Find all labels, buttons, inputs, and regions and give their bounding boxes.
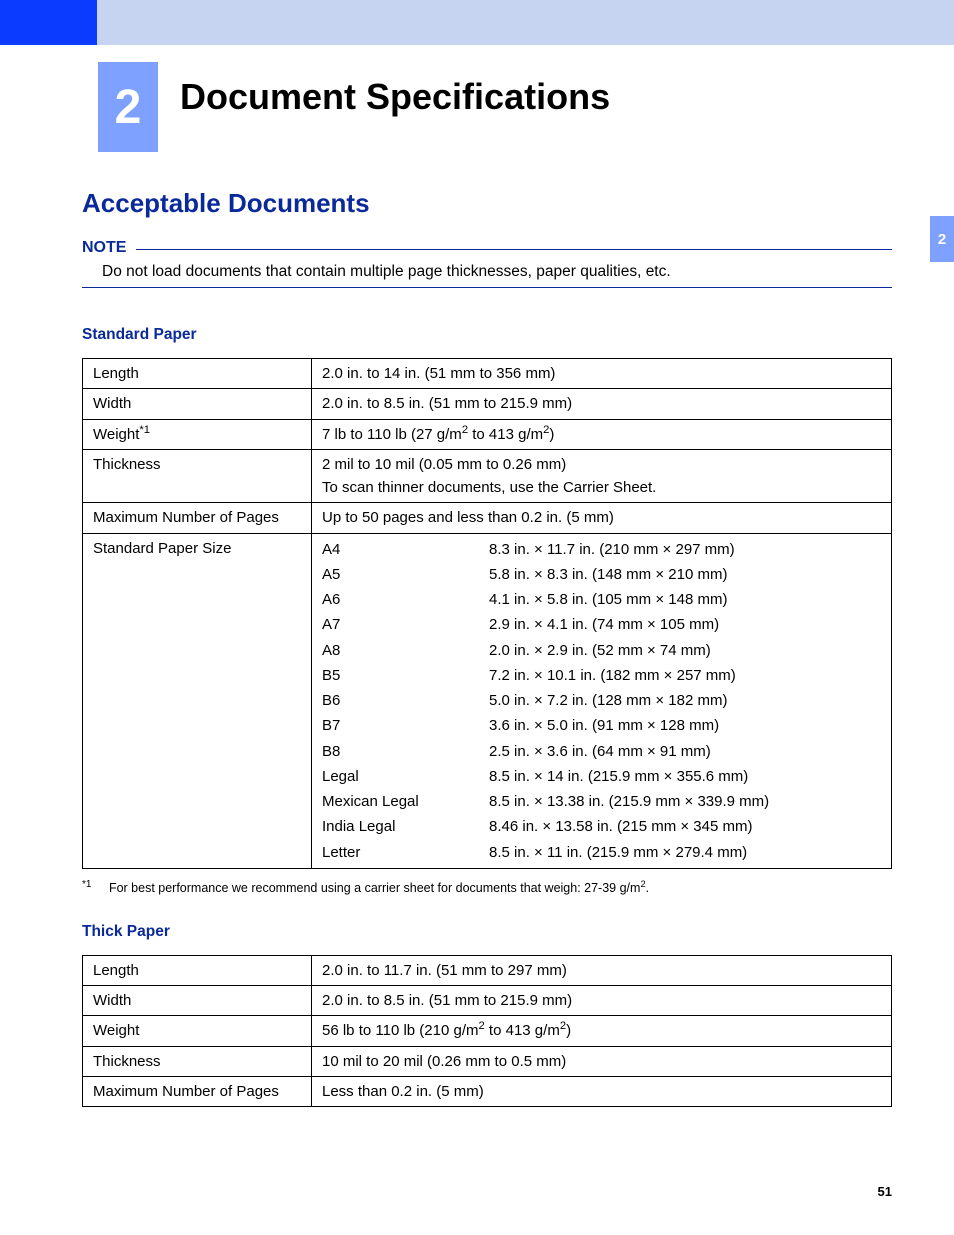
- weight-value-post: ): [549, 426, 554, 443]
- weight-value-pre: 7 lb to 110 lb (27 g/m: [322, 426, 462, 443]
- table-row: Length 2.0 in. to 11.7 in. (51 mm to 297…: [83, 955, 892, 985]
- size-dimension: 8.5 in. × 14 in. (215.9 mm × 355.6 mm): [489, 764, 881, 789]
- top-banner: [0, 0, 954, 45]
- top-banner-accent: [0, 0, 97, 45]
- thick-weight-pre: 56 lb to 110 lb (210 g/m: [322, 1022, 479, 1039]
- size-name: B6: [322, 688, 489, 713]
- chapter-title: Document Specifications: [180, 76, 610, 118]
- size-dims-column: 8.3 in. × 11.7 in. (210 mm × 297 mm)5.8 …: [489, 534, 891, 868]
- size-dimension: 2.5 in. × 3.6 in. (64 mm × 91 mm): [489, 739, 881, 764]
- document-page: 2 Document Specifications 2 Acceptable D…: [0, 0, 954, 1235]
- size-dimension: 8.46 in. × 13.58 in. (215 mm × 345 mm): [489, 814, 881, 839]
- cell-value: Up to 50 pages and less than 0.2 in. (5 …: [312, 503, 892, 533]
- standard-paper-table: Length 2.0 in. to 14 in. (51 mm to 356 m…: [82, 358, 892, 869]
- size-name: A7: [322, 612, 489, 637]
- size-dimension: 4.1 in. × 5.8 in. (105 mm × 148 mm): [489, 587, 881, 612]
- cell-value: 7 lb to 110 lb (27 g/m2 to 413 g/m2): [312, 419, 892, 449]
- standard-sizes-list: A4A5A6A7A8B5B6B7B8LegalMexican LegalIndi…: [312, 534, 891, 868]
- weight-value-mid: to 413 g/m: [468, 426, 543, 443]
- cell-label: Width: [83, 389, 312, 419]
- note-rule-bottom: [82, 287, 892, 288]
- footnote-ref: *1: [82, 879, 105, 890]
- footnote-text-pre: For best performance we recommend using …: [109, 881, 641, 895]
- page-number: 51: [878, 1184, 892, 1199]
- cell-value: 10 mil to 20 mil (0.26 mm to 0.5 mm): [312, 1046, 892, 1076]
- cell-label: Width: [83, 986, 312, 1016]
- cell-value: 2.0 in. to 11.7 in. (51 mm to 297 mm): [312, 955, 892, 985]
- cell-label: Thickness: [83, 449, 312, 503]
- cell-label: Weight: [83, 1016, 312, 1046]
- cell-value: A4A5A6A7A8B5B6B7B8LegalMexican LegalIndi…: [312, 533, 892, 868]
- size-name: A5: [322, 562, 489, 587]
- size-dimension: 7.2 in. × 10.1 in. (182 mm × 257 mm): [489, 663, 881, 688]
- size-name: B7: [322, 713, 489, 738]
- cell-label: Maximum Number of Pages: [83, 503, 312, 533]
- size-dimension: 8.3 in. × 11.7 in. (210 mm × 297 mm): [489, 537, 881, 562]
- thick-paper-heading: Thick Paper: [82, 923, 892, 941]
- size-name: India Legal: [322, 814, 489, 839]
- cell-value: 2.0 in. to 8.5 in. (51 mm to 215.9 mm): [312, 986, 892, 1016]
- standard-paper-footnote: *1 For best performance we recommend usi…: [82, 879, 892, 895]
- thickness-line1: 2 mil to 10 mil (0.05 mm to 0.26 mm): [322, 453, 881, 476]
- size-dimension: 2.9 in. × 4.1 in. (74 mm × 105 mm): [489, 612, 881, 637]
- note-rule-top: [136, 249, 892, 250]
- size-name: B8: [322, 739, 489, 764]
- weight-footnote-ref: *1: [139, 424, 150, 436]
- table-row: Weight*1 7 lb to 110 lb (27 g/m2 to 413 …: [83, 419, 892, 449]
- section-title: Acceptable Documents: [82, 188, 892, 219]
- table-row: Standard Paper Size A4A5A6A7A8B5B6B7B8Le…: [83, 533, 892, 868]
- cell-value: 2 mil to 10 mil (0.05 mm to 0.26 mm) To …: [312, 449, 892, 503]
- chapter-number-box: 2: [98, 62, 158, 152]
- cell-label: Weight*1: [83, 419, 312, 449]
- size-name: Letter: [322, 840, 489, 865]
- side-tab-label: 2: [938, 231, 946, 248]
- cell-value: 2.0 in. to 14 in. (51 mm to 356 mm): [312, 359, 892, 389]
- chapter-number: 2: [115, 80, 142, 135]
- cell-value: 2.0 in. to 8.5 in. (51 mm to 215.9 mm): [312, 389, 892, 419]
- size-dimension: 2.0 in. × 2.9 in. (52 mm × 74 mm): [489, 638, 881, 663]
- size-dimension: 3.6 in. × 5.0 in. (91 mm × 128 mm): [489, 713, 881, 738]
- cell-label: Length: [83, 955, 312, 985]
- weight-label-text: Weight: [93, 426, 139, 443]
- size-dimension: 8.5 in. × 11 in. (215.9 mm × 279.4 mm): [489, 840, 881, 865]
- cell-label: Standard Paper Size: [83, 533, 312, 868]
- side-tab: 2: [930, 216, 954, 262]
- cell-value: 56 lb to 110 lb (210 g/m2 to 413 g/m2): [312, 1016, 892, 1046]
- table-row: Weight 56 lb to 110 lb (210 g/m2 to 413 …: [83, 1016, 892, 1046]
- cell-value: Less than 0.2 in. (5 mm): [312, 1076, 892, 1106]
- footnote-text-post: .: [646, 881, 649, 895]
- note-text: Do not load documents that contain multi…: [82, 257, 892, 287]
- note-header: NOTE: [82, 239, 892, 257]
- size-name: Legal: [322, 764, 489, 789]
- thick-weight-post: ): [566, 1022, 571, 1039]
- cell-label: Length: [83, 359, 312, 389]
- size-name: B5: [322, 663, 489, 688]
- table-row: Width 2.0 in. to 8.5 in. (51 mm to 215.9…: [83, 389, 892, 419]
- table-row: Width 2.0 in. to 8.5 in. (51 mm to 215.9…: [83, 986, 892, 1016]
- cell-label: Maximum Number of Pages: [83, 1076, 312, 1106]
- content-area: Acceptable Documents NOTE Do not load do…: [82, 180, 892, 1107]
- note-label: NOTE: [82, 239, 136, 257]
- cell-label: Thickness: [83, 1046, 312, 1076]
- size-dimension: 5.0 in. × 7.2 in. (128 mm × 182 mm): [489, 688, 881, 713]
- size-dimension: 5.8 in. × 8.3 in. (148 mm × 210 mm): [489, 562, 881, 587]
- table-row: Thickness 2 mil to 10 mil (0.05 mm to 0.…: [83, 449, 892, 503]
- size-names-column: A4A5A6A7A8B5B6B7B8LegalMexican LegalIndi…: [312, 534, 489, 868]
- standard-paper-heading: Standard Paper: [82, 326, 892, 344]
- table-row: Maximum Number of Pages Less than 0.2 in…: [83, 1076, 892, 1106]
- size-dimension: 8.5 in. × 13.38 in. (215.9 mm × 339.9 mm…: [489, 789, 881, 814]
- note-block: NOTE Do not load documents that contain …: [82, 239, 892, 288]
- thickness-line2: To scan thinner documents, use the Carri…: [322, 476, 881, 499]
- table-row: Maximum Number of Pages Up to 50 pages a…: [83, 503, 892, 533]
- thick-weight-mid: to 413 g/m: [485, 1022, 560, 1039]
- size-name: A8: [322, 638, 489, 663]
- size-name: A6: [322, 587, 489, 612]
- thick-paper-table: Length 2.0 in. to 11.7 in. (51 mm to 297…: [82, 955, 892, 1107]
- table-row: Thickness 10 mil to 20 mil (0.26 mm to 0…: [83, 1046, 892, 1076]
- size-name: Mexican Legal: [322, 789, 489, 814]
- size-name: A4: [322, 537, 489, 562]
- table-row: Length 2.0 in. to 14 in. (51 mm to 356 m…: [83, 359, 892, 389]
